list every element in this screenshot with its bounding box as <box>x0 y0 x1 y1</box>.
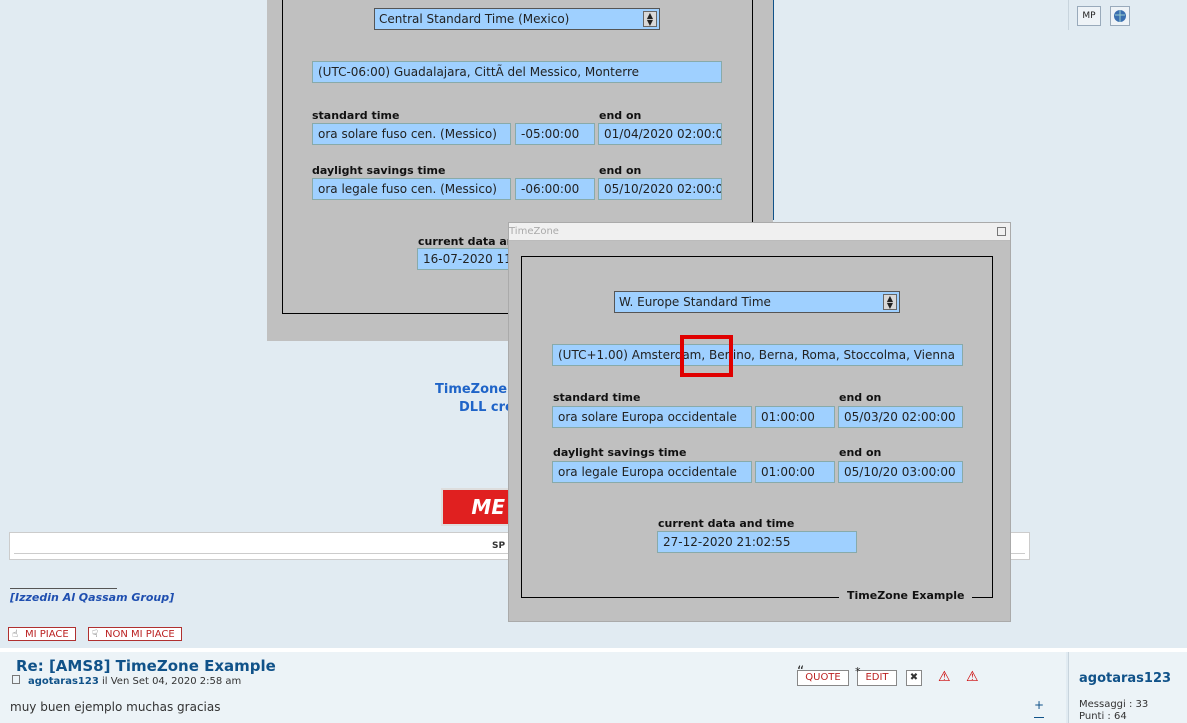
daylight-name-field: ora legale Europa occidentale <box>552 461 752 483</box>
caption-line-1: TimeZone <box>435 382 508 397</box>
daylight-offset-field: -06:00:00 <box>515 178 595 200</box>
minus-line <box>1034 717 1044 718</box>
daylight-end-label: end on <box>599 164 642 177</box>
timezone-select[interactable]: W. Europe Standard Time ▲ ▼ <box>614 291 900 313</box>
edit-button[interactable]: * EDIT <box>855 665 897 686</box>
current-time-field: 16-07-2020 11:55 <box>417 248 517 270</box>
standard-end-field: 01/04/2020 02:00:00 <box>598 123 722 145</box>
standard-end-label: end on <box>839 391 882 404</box>
post-icon <box>12 675 20 684</box>
timezone-select[interactable]: Central Standard Time (Mexico) ▲ ▼ <box>374 8 660 30</box>
standard-time-label: standard time <box>553 391 641 404</box>
like-button[interactable]: ☝ MI PIACE <box>8 627 76 641</box>
window-titlebar[interactable]: TimeZone <box>509 223 1010 241</box>
current-time-label: current data and time <box>658 517 795 530</box>
sidebar-points: Punti : 64 <box>1079 711 1127 722</box>
standard-end-label: end on <box>599 109 642 122</box>
signature-text: [Izzedin Al Qassam Group] <box>10 591 175 604</box>
timezone-select-value: W. Europe Standard Time <box>619 295 771 309</box>
delete-button[interactable]: ✖ <box>906 670 922 686</box>
caption-line-2: DLL cre <box>459 400 514 415</box>
post-body: muy buen ejemplo muchas gracias <box>10 700 221 714</box>
timezone-window-front: TimeZone TimeZone Example W. Europe Stan… <box>508 222 1011 622</box>
star-icon: * <box>855 665 861 678</box>
group-caption: TimeZone Example <box>839 589 973 602</box>
daylight-label: daylight savings time <box>553 446 687 459</box>
standard-end-field: 05/03/20 02:00:00 <box>838 406 963 428</box>
post-author[interactable]: agotaras123 <box>28 676 99 687</box>
like-label: MI PIACE <box>25 629 69 640</box>
daylight-label: daylight savings time <box>312 164 446 177</box>
signature-divider <box>10 588 117 589</box>
post-date: il Ven Set 04, 2020 2:58 am <box>102 676 242 687</box>
daylight-end-label: end on <box>839 446 882 459</box>
dropdown-arrow-icon[interactable]: ▲ ▼ <box>883 294 897 310</box>
standard-time-label: standard time <box>312 109 400 122</box>
thumb-down-icon: ☟ <box>92 629 99 640</box>
thumb-up-icon: ☝ <box>12 629 19 640</box>
post-title[interactable]: Re: [AMS8] TimeZone Example <box>16 657 276 675</box>
globe-icon[interactable] <box>1110 6 1130 26</box>
edit-label: EDIT <box>865 672 889 683</box>
standard-name-field: ora solare Europa occidentale <box>552 406 752 428</box>
daylight-end-field: 05/10/20 03:00:00 <box>838 461 963 483</box>
timezone-display-name: (UTC+1.00) Amsterdam, Berlino, Berna, Ro… <box>552 344 963 366</box>
dislike-button[interactable]: ☟ NON MI PIACE <box>88 627 182 641</box>
standard-offset-field: 01:00:00 <box>755 406 835 428</box>
standard-offset-field: -05:00:00 <box>515 123 595 145</box>
timezone-display-name: (UTC-06:00) Guadalajara, CittÃ del Messi… <box>312 61 722 83</box>
delete-icon: ✖ <box>909 672 919 683</box>
daylight-end-field: 05/10/2020 02:00:00 <box>598 178 722 200</box>
sidebar-username[interactable]: agotaras123 <box>1079 671 1171 686</box>
profile-divider-line <box>1068 0 1069 30</box>
dislike-label: NON MI PIACE <box>105 629 175 640</box>
plus-button[interactable]: + <box>1034 698 1044 712</box>
window-title: TimeZone <box>509 226 559 237</box>
maximize-icon[interactable] <box>997 227 1006 236</box>
highlight-box <box>680 335 733 377</box>
daylight-name-field: ora legale fuso cen. (Messico) <box>312 178 511 200</box>
sidebar-messages: Messaggi : 33 <box>1079 699 1149 710</box>
quote-button[interactable]: “ QUOTE <box>797 665 849 686</box>
standard-name-field: ora solare fuso cen. (Messico) <box>312 123 511 145</box>
quote-icon: “ <box>797 664 805 680</box>
pm-icon[interactable]: MP <box>1077 6 1101 26</box>
caption-text: TimeZone DLL cre <box>435 381 514 417</box>
report-icon[interactable]: ⚠ <box>938 669 951 685</box>
current-time-field: 27-12-2020 21:02:55 <box>657 531 857 553</box>
dropdown-arrow-icon[interactable]: ▲ ▼ <box>643 11 657 27</box>
post-meta: agotaras123 il Ven Set 04, 2020 2:58 am <box>12 675 241 687</box>
current-time-label: current data and <box>418 235 523 248</box>
spoiler-label: SP <box>492 541 506 551</box>
post-divider-line <box>773 0 774 220</box>
timezone-select-value: Central Standard Time (Mexico) <box>379 12 570 26</box>
warn-lock-icon[interactable]: ⚠ <box>966 669 979 685</box>
banner-image[interactable]: ME <box>441 488 511 526</box>
quote-label: QUOTE <box>805 672 841 683</box>
daylight-offset-field: 01:00:00 <box>755 461 835 483</box>
